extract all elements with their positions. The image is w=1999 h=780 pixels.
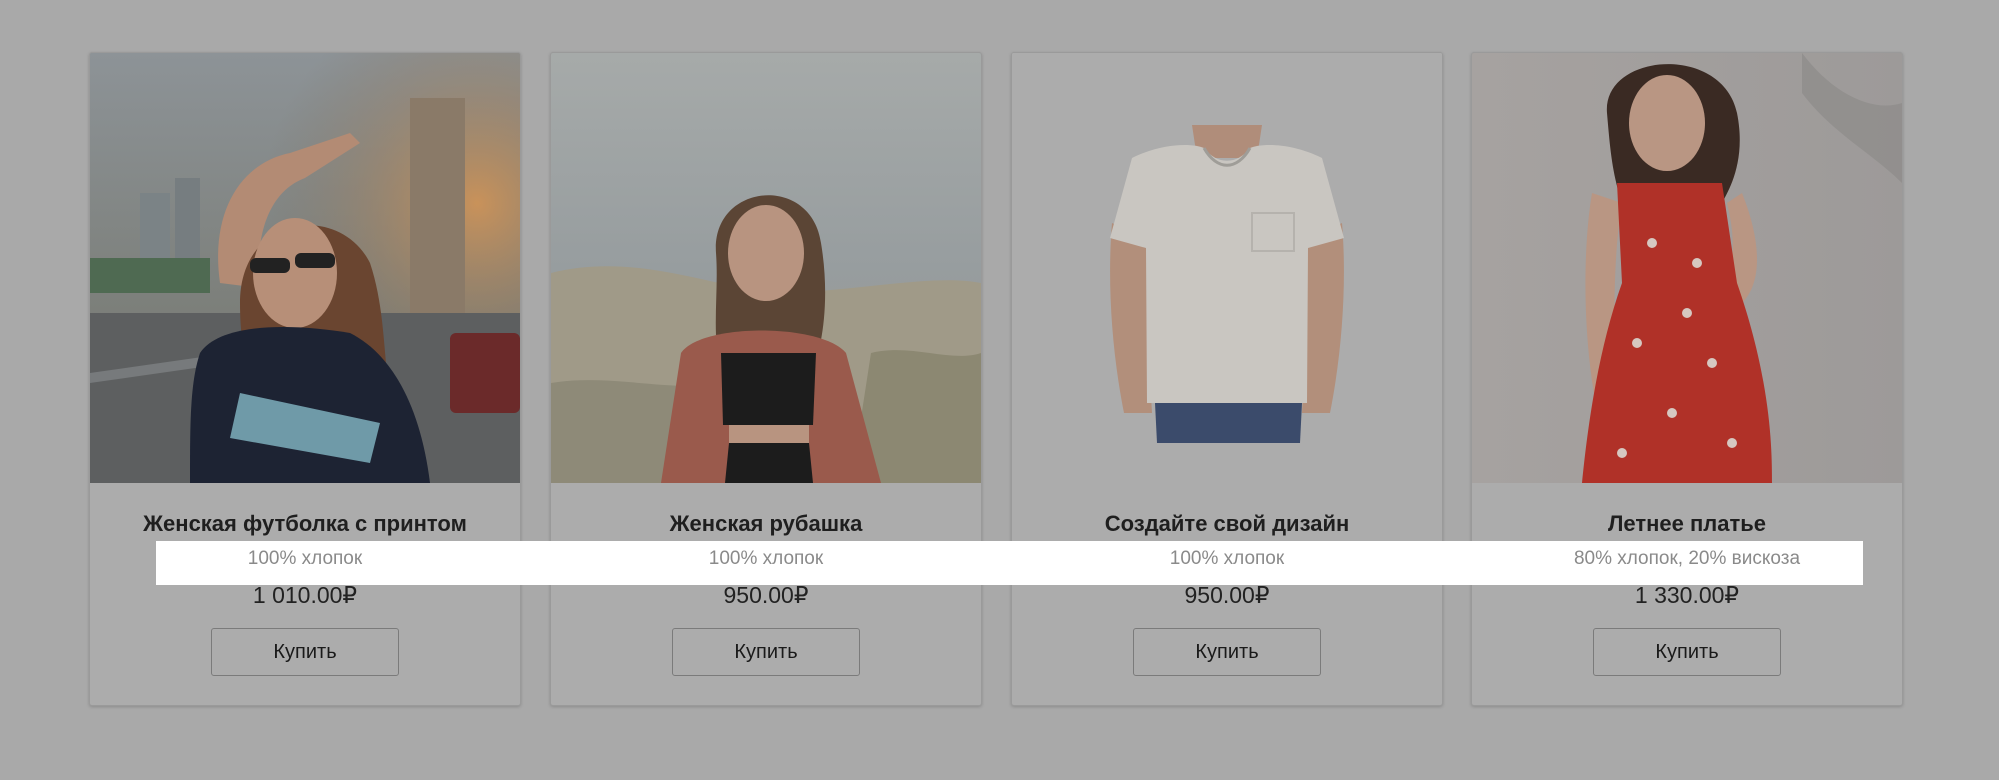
product-title: Летнее платье [1607, 511, 1767, 536]
material-highlight-band [156, 541, 1863, 585]
product-grid: Женская футболка с принтом 100% хлопок 1… [0, 0, 1999, 780]
product-title: Создайте свой дизайн [1104, 511, 1350, 536]
product-price: 950.00₽ [723, 582, 809, 608]
buy-button[interactable]: Купить [211, 628, 399, 676]
product-title: Женская футболка с принтом [143, 511, 467, 536]
product-card[interactable]: Создайте свой дизайн 100% хлопок 950.00₽… [1011, 52, 1443, 706]
white-tshirt-photo[interactable] [1012, 53, 1442, 483]
product-image [1012, 53, 1442, 483]
buy-button[interactable]: Купить [1133, 628, 1321, 676]
woman-with-sunglasses-photo[interactable] [90, 53, 520, 483]
product-card[interactable]: Летнее платье 80% хлопок, 20% вискоза 1 … [1471, 52, 1903, 706]
product-image [551, 53, 981, 483]
product-title: Женская рубашка [669, 511, 863, 536]
product-card[interactable]: Женская футболка с принтом 100% хлопок 1… [89, 52, 521, 706]
buy-button[interactable]: Купить [1593, 628, 1781, 676]
red-dress-photo[interactable] [1472, 53, 1902, 483]
product-price: 1 330.00₽ [1634, 582, 1740, 608]
product-image [90, 53, 520, 483]
buy-button[interactable]: Купить [672, 628, 860, 676]
product-card[interactable]: Женская рубашка 100% хлопок 950.00₽ Купи… [550, 52, 982, 706]
product-price: 950.00₽ [1184, 582, 1270, 608]
product-price: 1 010.00₽ [252, 582, 358, 608]
woman-in-shirt-photo[interactable] [551, 53, 981, 483]
product-image [1472, 53, 1902, 483]
